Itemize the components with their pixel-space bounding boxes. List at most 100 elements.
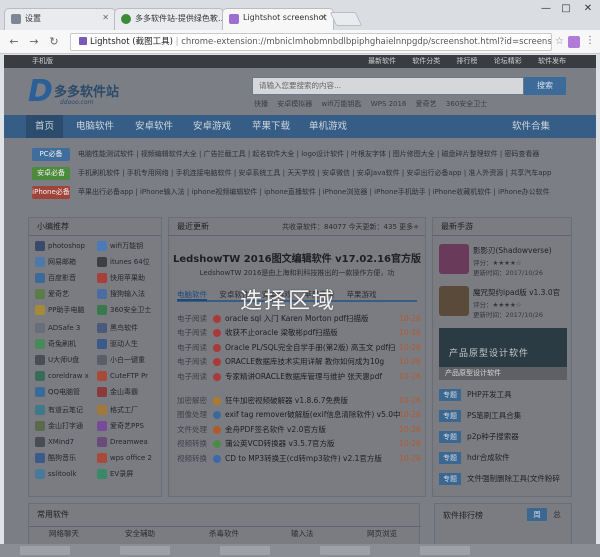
common-col[interactable]: 杀毒软件 [209, 527, 239, 541]
hot-word[interactable]: 快播 [254, 100, 268, 108]
recommend-item[interactable]: 360安全卫士 [97, 304, 151, 317]
bookmark-star-icon[interactable]: ☆ [555, 36, 564, 47]
minimize-button[interactable]: — [536, 2, 556, 16]
topic-item[interactable]: 专题 PHP开发工具 [439, 388, 567, 402]
nav-pc-software[interactable]: 电脑软件 [76, 115, 114, 138]
taskbar-item[interactable] [320, 546, 370, 555]
reload-icon[interactable]: ↻ [46, 34, 62, 50]
top-link[interactable]: 排行榜 [457, 57, 478, 65]
recommend-item[interactable]: coreldraw x [35, 370, 89, 383]
tab-ddooo[interactable]: 多多软件站-提供绿色软… ✕ [114, 8, 224, 30]
back-arrow-icon[interactable]: ← [6, 34, 22, 50]
game-item[interactable]: 魔咒契约ipad版 v1.3.0官 评分：★★★★☆ 更新时间：2017/10/… [439, 286, 567, 330]
recommend-item[interactable]: EV录屏 [97, 468, 133, 481]
taskbar-item[interactable] [20, 546, 70, 555]
recommend-item[interactable]: wifi万能钥 [97, 240, 143, 253]
tab-lightshot[interactable]: Lightshot screenshot ✕ [222, 8, 334, 30]
recommend-item[interactable]: 快用苹果助 [97, 272, 145, 285]
hot-word[interactable]: 安卓模拟器 [277, 100, 312, 108]
nav-android-games[interactable]: 安卓游戏 [193, 115, 231, 138]
recommend-item[interactable]: 驱动人生 [97, 338, 138, 351]
headline-title[interactable]: LedshowTW 2016图文编辑软件 v17.02.16官方版 [169, 250, 425, 265]
category-links[interactable]: 苹果出行必备app | iPhone输入法 | iphone视频编辑软件 | i… [78, 187, 550, 197]
tab-pc[interactable]: 电脑软件 [177, 290, 207, 301]
taskbar-item[interactable] [120, 546, 170, 555]
promo-banner[interactable]: 产品原型设计软件 产品原型设计软件 [439, 328, 567, 380]
address-bar[interactable]: Lightshot (截图工具) | chrome-extension://mb… [70, 33, 552, 51]
recommend-item[interactable]: 爱奇艺PPS [97, 420, 144, 433]
nav-collections[interactable]: 软件合集 [512, 115, 550, 138]
common-col[interactable]: 输入法 [291, 527, 314, 541]
hot-word[interactable]: wifi万能钥匙 [321, 100, 361, 108]
topic-item[interactable]: 专题 PS笔刷工具合集 [439, 409, 567, 423]
taskbar-item[interactable] [220, 546, 270, 555]
window-close-button[interactable]: ✕ [578, 2, 598, 16]
recommend-item[interactable]: photoshop [35, 240, 85, 253]
recommend-item[interactable]: itunes 64位 [97, 256, 150, 269]
category-tag[interactable]: iPhone必备 [32, 186, 70, 199]
recommend-item[interactable]: 格式工厂 [97, 404, 138, 417]
recommend-item[interactable]: 酷狗音乐 [35, 452, 76, 465]
category-tag[interactable]: 安卓必备 [32, 167, 70, 180]
hot-word[interactable]: 爱奇艺 [416, 100, 437, 108]
taskbar-item[interactable] [420, 546, 470, 555]
common-col[interactable]: 网页浏览 [367, 527, 397, 541]
update-row[interactable]: 电子阅读 收获不止oracle 梁敬彬pdf扫描版 10-26 [177, 326, 421, 340]
update-row[interactable]: 视频转换 蒲公英VCD转换器 v3.5.7官方版 10-26 [177, 437, 421, 451]
recommend-item[interactable]: Dreamwea [97, 436, 148, 449]
category-links[interactable]: 电脑性能测试软件 | 视频编辑软件大全 | 广告拦截工具 | 起名软件大全 | … [78, 149, 539, 159]
site-logo[interactable]: D 多多软件站 ddooo.com [28, 77, 128, 111]
update-row[interactable]: 图像处理 exif tag remover破解版(exif信息清除软件) v5.0… [177, 408, 421, 422]
search-button[interactable]: 搜索 [524, 77, 566, 95]
lightshot-extension-icon[interactable] [568, 36, 580, 48]
recommend-item[interactable]: ADSafe 3 [35, 322, 80, 335]
recommend-item[interactable]: U大师U盘 [35, 354, 79, 367]
recommend-item[interactable]: 金山毒霸 [97, 386, 138, 399]
close-icon[interactable]: ✕ [320, 13, 327, 22]
update-row[interactable]: 电子阅读 专家精讲ORACLE数据库管理与维护 张天惠pdf 10-26 [177, 370, 421, 384]
nav-apple-download[interactable]: 苹果下载 [252, 115, 290, 138]
recommend-item[interactable]: 奇兔刷机 [35, 338, 76, 351]
recommend-item[interactable]: 黑鸟软件 [97, 322, 138, 335]
nav-pc-games[interactable]: 单机游戏 [309, 115, 347, 138]
recommend-item[interactable]: wps office 2 [97, 452, 152, 465]
recommend-item[interactable]: 小白一键重 [97, 354, 145, 367]
topic-item[interactable]: 专题 p2p种子搜索器 [439, 430, 567, 444]
menu-dots-icon[interactable]: ⋮ [585, 35, 595, 46]
hot-word[interactable]: WPS 2016 [371, 100, 407, 108]
recommend-item[interactable]: 有道云笔记 [35, 404, 83, 417]
recommend-item[interactable]: 爱奇艺 [35, 288, 69, 301]
top-link[interactable]: 软件分类 [412, 57, 440, 65]
ranking-tab-total[interactable]: 总 [547, 508, 567, 521]
tab-apple-game[interactable]: 苹果游戏 [347, 290, 377, 299]
category-links[interactable]: 手机刷机软件 | 手机专用网络 | 手机连接电脑软件 | 安卓系统工具 | 天天… [78, 168, 551, 178]
update-row[interactable]: 文件处理 金舟PDF签名软件 v2.0官方版 10-26 [177, 423, 421, 437]
close-icon[interactable]: ✕ [102, 13, 109, 22]
update-row[interactable]: 电子阅读 ORACLE数据库技术实用详解 教你如何成为10g 10-26 [177, 355, 421, 369]
topic-item[interactable]: 专题 hdr合成软件 [439, 451, 567, 465]
close-icon[interactable]: ✕ [210, 13, 217, 22]
mobile-link[interactable]: 手机版 [32, 55, 53, 68]
maximize-button[interactable]: □ [556, 2, 576, 16]
game-item[interactable]: 影影刃(Shadowverse) 评分：★★★★☆ 更新时间：2017/10/2… [439, 244, 567, 288]
nav-home[interactable]: 首页 [26, 115, 64, 138]
recommend-item[interactable]: CuteFTP Pr [97, 370, 148, 383]
update-row[interactable]: 加密解密 狂牛加密视频破解器 v1.8.6.7免费版 10-26 [177, 394, 421, 408]
common-col[interactable]: 安全辅助 [125, 527, 155, 541]
forward-arrow-icon[interactable]: → [26, 34, 42, 50]
hot-word[interactable]: 360安全卫士 [446, 100, 487, 108]
recommend-item[interactable]: 网易邮箱 [35, 256, 76, 269]
page-screenshot[interactable]: 手机版 最新软件 软件分类 排行榜 论坛精彩 软件发布 D 多多软件站 ddoo… [4, 55, 596, 557]
top-link[interactable]: 论坛精彩 [494, 57, 522, 65]
recommend-item[interactable]: PP助手电脑 [35, 304, 84, 317]
recommend-item[interactable]: XMind7 [35, 436, 74, 449]
update-row[interactable]: 电子阅读 Oracle PL/SQL完全自学手册(第2版) 高玉文 pdf扫 10-… [177, 341, 421, 355]
tab-settings[interactable]: 设置 ✕ [4, 8, 116, 30]
recommend-item[interactable]: sslitoolk [35, 468, 77, 481]
nav-android-software[interactable]: 安卓软件 [135, 115, 173, 138]
top-link[interactable]: 最新软件 [368, 57, 396, 65]
top-link[interactable]: 软件发布 [538, 57, 566, 65]
ranking-tab-week[interactable]: 周 [527, 508, 547, 521]
common-col[interactable]: 网络聊天 [49, 527, 79, 541]
update-row[interactable]: 视频转换 CD to MP3转换王(cd转mp3软件) v2.1官方版 10-26 [177, 452, 421, 466]
